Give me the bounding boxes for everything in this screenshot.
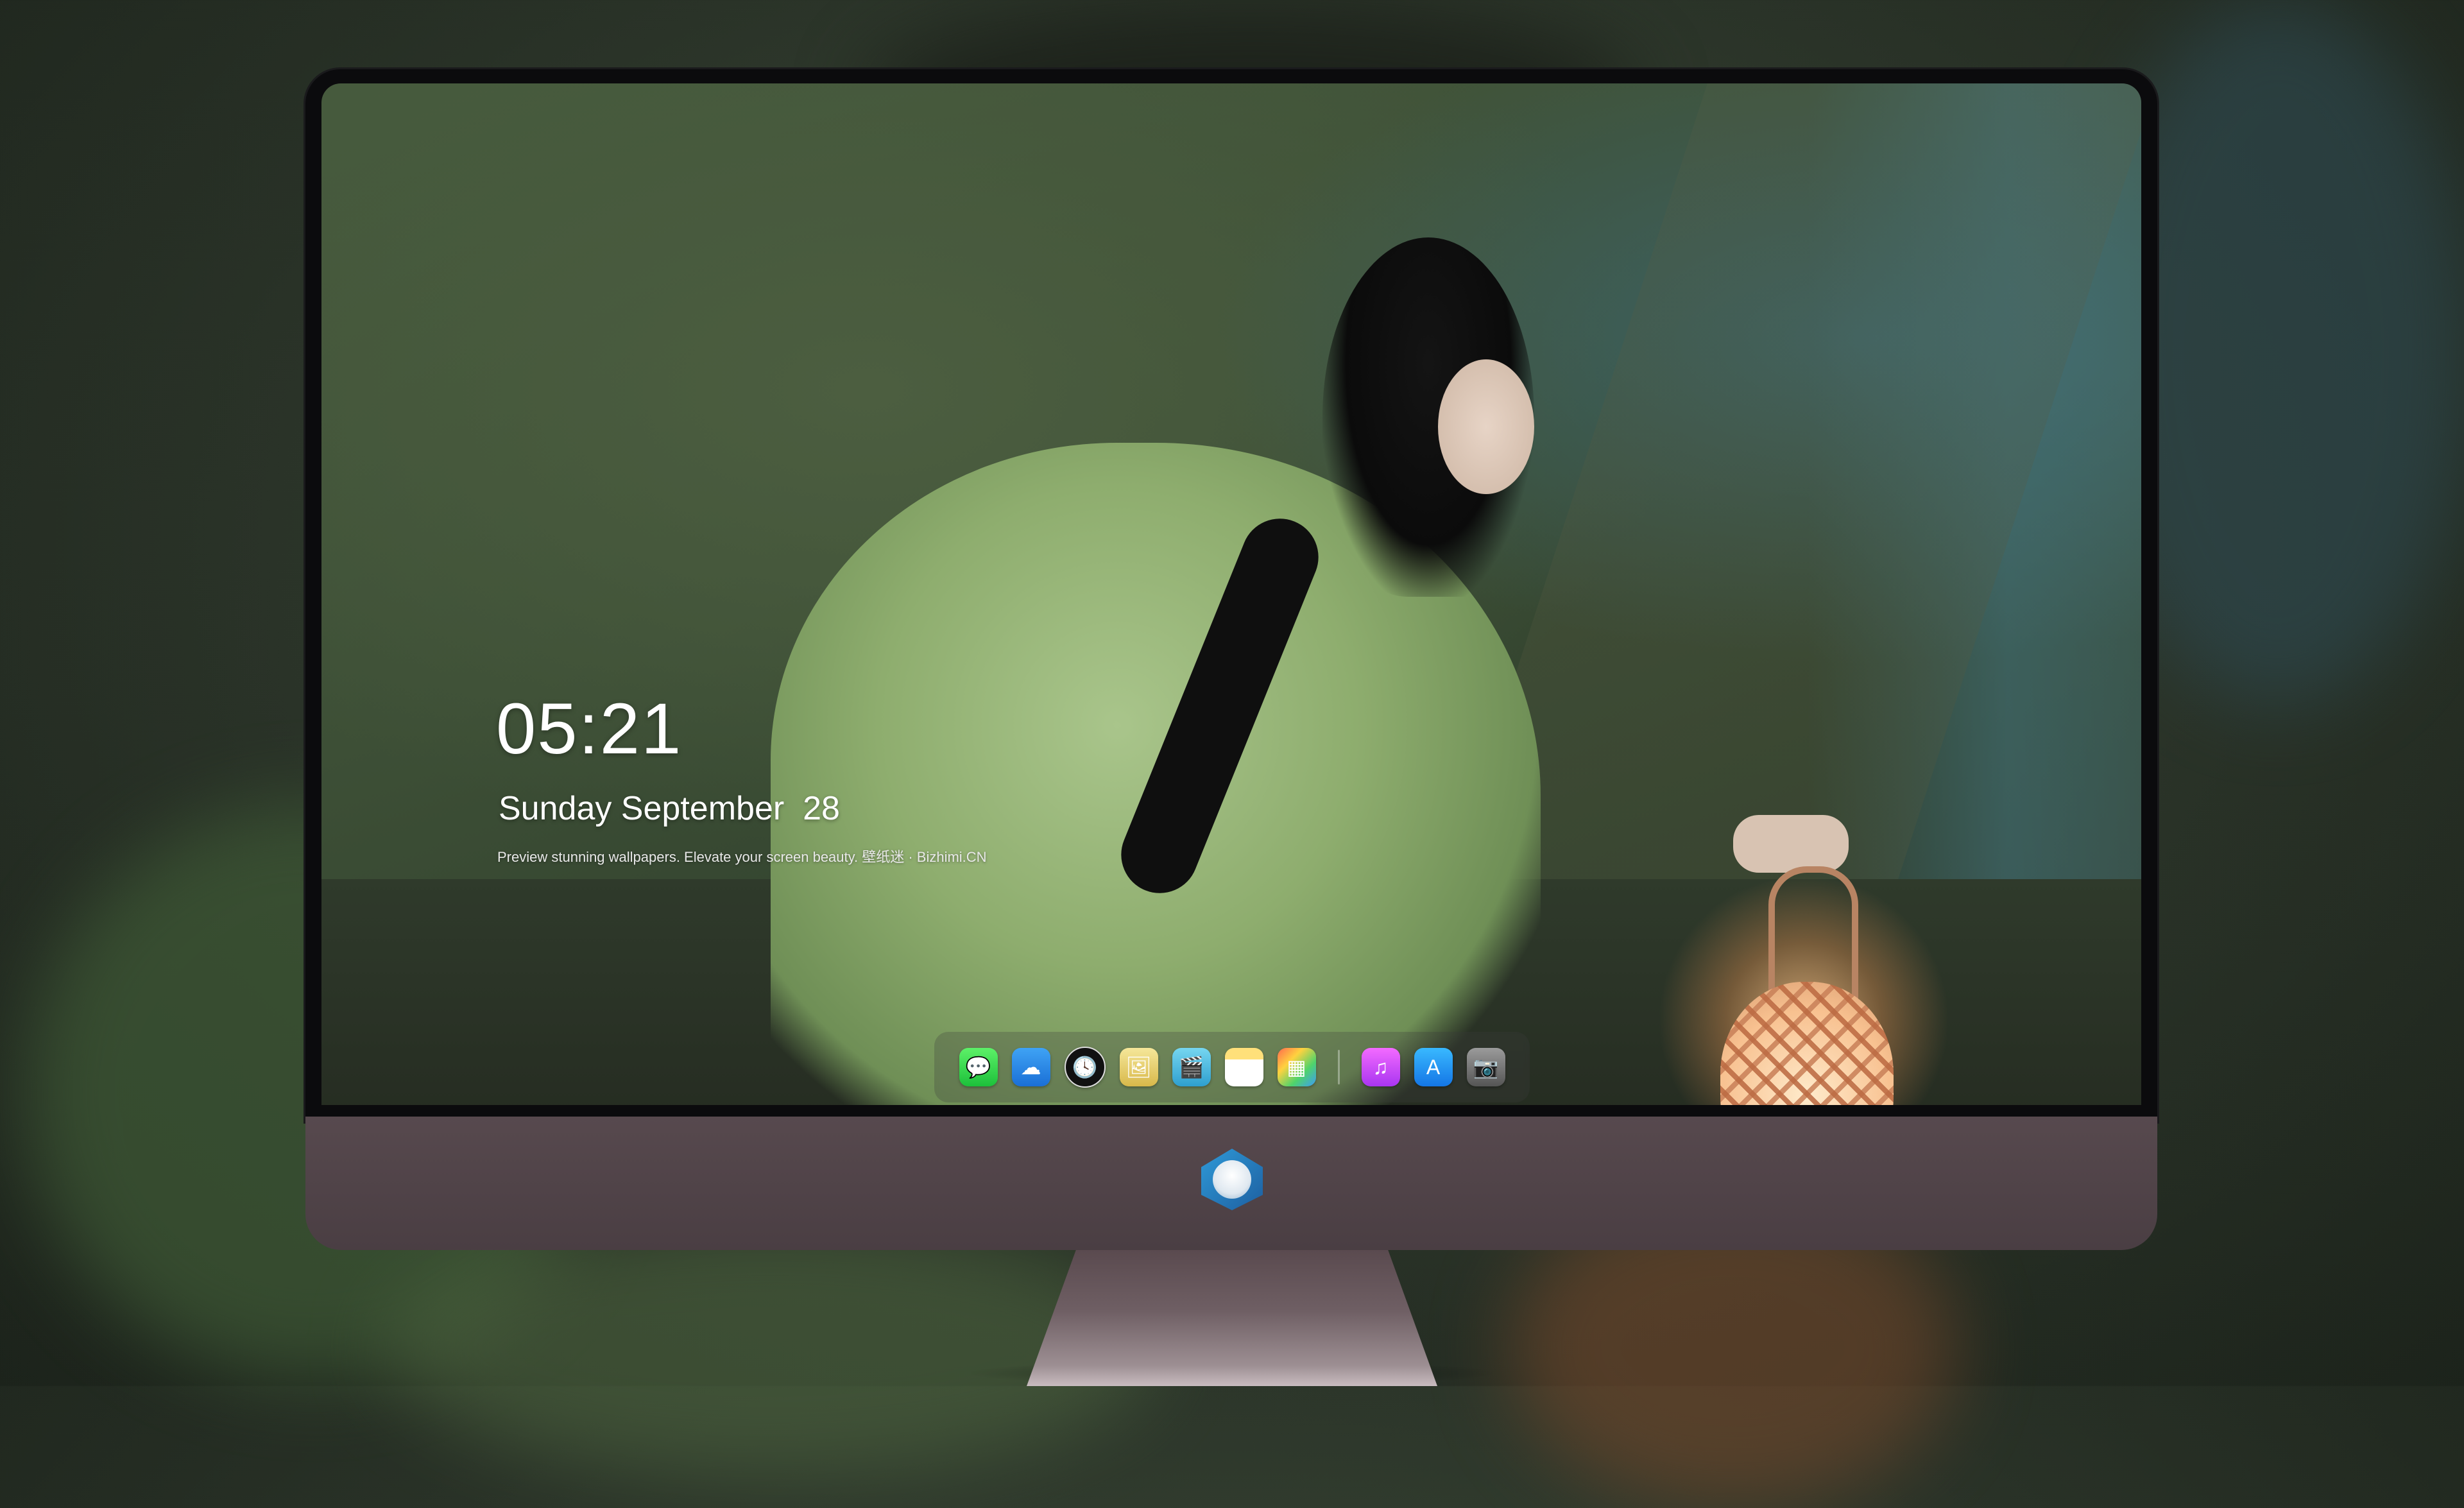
messages-icon[interactable]: 💬: [959, 1048, 998, 1086]
monitor-stand: [1027, 1250, 1437, 1386]
dock-separator: [1337, 1050, 1340, 1084]
brand-logo-mascot: [1213, 1160, 1251, 1199]
notes-icon[interactable]: [1224, 1048, 1263, 1086]
preview-icon[interactable]: 🖼: [1119, 1048, 1158, 1086]
lock-screen-date: Sunday September 28: [499, 790, 840, 827]
weather-icon[interactable]: ☁: [1011, 1048, 1050, 1086]
clock-icon[interactable]: 🕓: [1064, 1047, 1106, 1088]
wallpaper-figure-hand: [1733, 815, 1849, 873]
lock-screen-tagline: Preview stunning wallpapers. Elevate you…: [497, 849, 987, 865]
desktop-wallpaper: [321, 83, 2141, 1105]
app-store-icon[interactable]: A: [1414, 1048, 1453, 1086]
wallpaper-figure-face: [1438, 359, 1534, 494]
background-blur: [385, 1219, 1155, 1476]
lock-screen-time: 05:21: [496, 689, 683, 769]
music-icon[interactable]: ♫: [1361, 1048, 1400, 1086]
video-editor-icon[interactable]: 🎬: [1172, 1048, 1211, 1086]
photos-icon[interactable]: ▦: [1277, 1048, 1316, 1086]
camera-icon[interactable]: 📷: [1466, 1048, 1505, 1086]
dock: 💬 ☁ 🕓 🖼 🎬 ▦ ♫ A 📷: [934, 1032, 1530, 1102]
